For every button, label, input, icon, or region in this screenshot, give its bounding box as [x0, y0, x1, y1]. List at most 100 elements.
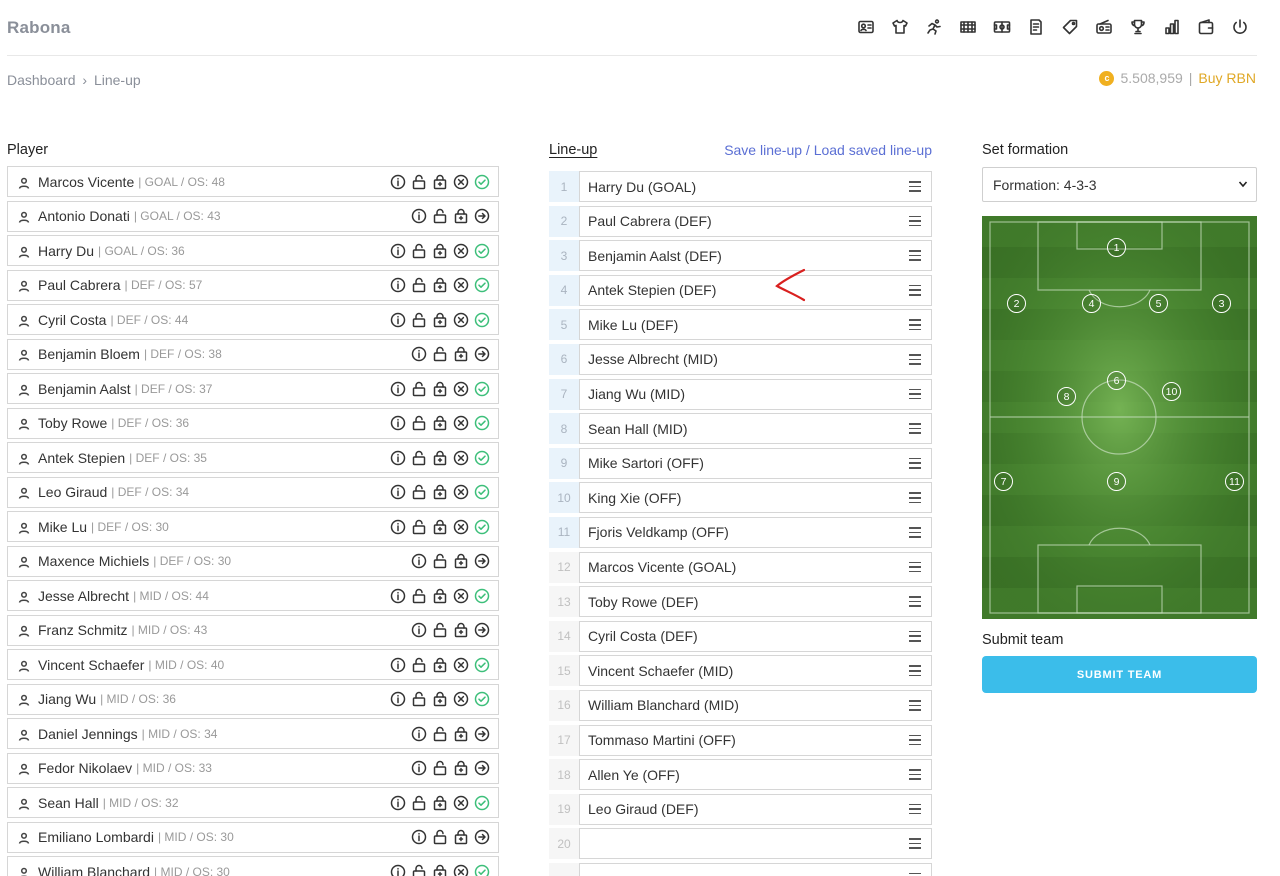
- info-icon[interactable]: [410, 208, 427, 225]
- breadcrumb-dashboard[interactable]: Dashboard: [7, 72, 76, 88]
- player-row[interactable]: Daniel Jennings | MID / OS: 34: [7, 718, 499, 749]
- player-row[interactable]: Leo Giraud | DEF / OS: 34: [7, 476, 499, 508]
- remove-icon[interactable]: [452, 656, 469, 673]
- info-icon[interactable]: [389, 415, 406, 432]
- market-lock-icon[interactable]: [431, 242, 448, 259]
- player-row[interactable]: William Blanchard | MID / OS: 30: [7, 856, 499, 876]
- market-lock-icon[interactable]: [452, 829, 469, 846]
- formation-select[interactable]: Formation: 4-3-3: [982, 167, 1257, 202]
- position-marker-4[interactable]: 4: [1082, 294, 1101, 313]
- remove-icon[interactable]: [452, 863, 469, 876]
- drag-handle-icon[interactable]: [909, 181, 921, 192]
- info-icon[interactable]: [389, 173, 406, 190]
- lineup-slot[interactable]: Sean Hall (MID): [579, 413, 932, 445]
- position-marker-7[interactable]: 7: [994, 472, 1013, 491]
- add-to-lineup-icon[interactable]: [473, 760, 490, 777]
- remove-icon[interactable]: [452, 691, 469, 708]
- check-circle-icon[interactable]: [473, 415, 490, 432]
- remove-icon[interactable]: [452, 449, 469, 466]
- lineup-slot[interactable]: [579, 862, 932, 876]
- market-lock-icon[interactable]: [431, 415, 448, 432]
- info-icon[interactable]: [389, 587, 406, 604]
- unlock-icon[interactable]: [431, 829, 448, 846]
- info-icon[interactable]: [389, 691, 406, 708]
- lineup-slot[interactable]: Marcos Vicente (GOAL): [579, 551, 932, 583]
- drag-handle-icon[interactable]: [909, 630, 921, 642]
- info-icon[interactable]: [389, 277, 406, 294]
- unlock-icon[interactable]: [410, 484, 427, 501]
- market-lock-icon[interactable]: [431, 277, 448, 294]
- market-lock-icon[interactable]: [431, 587, 448, 604]
- drag-handle-icon[interactable]: [909, 215, 921, 227]
- info-icon[interactable]: [410, 553, 427, 570]
- position-marker-9[interactable]: 9: [1107, 472, 1126, 491]
- player-row[interactable]: Antek Stepien | DEF / OS: 35: [7, 442, 499, 473]
- lineup-slot[interactable]: Leo Giraud (DEF): [579, 793, 932, 825]
- add-to-lineup-icon[interactable]: [473, 208, 490, 225]
- unlock-icon[interactable]: [410, 380, 427, 397]
- position-marker-1[interactable]: 1: [1107, 238, 1126, 257]
- market-lock-icon[interactable]: [431, 449, 448, 466]
- drag-handle-icon[interactable]: [909, 596, 921, 607]
- lineup-slot[interactable]: Toby Rowe (DEF): [579, 586, 932, 618]
- check-circle-icon[interactable]: [473, 863, 490, 876]
- position-marker-8[interactable]: 8: [1057, 387, 1076, 406]
- load-lineup-link[interactable]: Load saved line-up: [814, 142, 932, 158]
- position-marker-5[interactable]: 5: [1149, 294, 1168, 313]
- player-row[interactable]: Sean Hall | MID / OS: 32: [7, 787, 499, 818]
- id-card-icon[interactable]: [849, 17, 883, 37]
- drag-handle-icon[interactable]: [909, 734, 921, 746]
- drag-handle-icon[interactable]: [909, 803, 921, 815]
- drag-handle-icon[interactable]: [909, 526, 921, 538]
- market-lock-icon[interactable]: [431, 794, 448, 811]
- info-icon[interactable]: [389, 449, 406, 466]
- market-lock-icon[interactable]: [452, 760, 469, 777]
- market-lock-icon[interactable]: [431, 380, 448, 397]
- drag-handle-icon[interactable]: [909, 250, 921, 261]
- player-row[interactable]: Fedor Nikolaev | MID / OS: 33: [7, 752, 499, 784]
- check-circle-icon[interactable]: [473, 277, 490, 294]
- drag-handle-icon[interactable]: [909, 665, 921, 677]
- market-lock-icon[interactable]: [431, 484, 448, 501]
- info-icon[interactable]: [389, 380, 406, 397]
- remove-icon[interactable]: [452, 415, 469, 432]
- lineup-slot[interactable]: King Xie (OFF): [579, 482, 932, 514]
- stadium-icon[interactable]: [951, 17, 985, 37]
- lineup-slot[interactable]: [579, 828, 932, 860]
- player-row[interactable]: Marcos Vicente | GOAL / OS: 48: [7, 166, 499, 197]
- lineup-slot[interactable]: Jiang Wu (MID): [579, 378, 932, 410]
- add-to-lineup-icon[interactable]: [473, 346, 490, 363]
- power-icon[interactable]: [1223, 17, 1257, 37]
- drag-handle-icon[interactable]: [909, 388, 921, 400]
- player-row[interactable]: Jiang Wu | MID / OS: 36: [7, 683, 499, 715]
- player-row[interactable]: Benjamin Aalst | DEF / OS: 37: [7, 373, 499, 404]
- remove-icon[interactable]: [452, 277, 469, 294]
- remove-icon[interactable]: [452, 311, 469, 328]
- position-marker-2[interactable]: 2: [1007, 294, 1026, 313]
- player-row[interactable]: Paul Cabrera | DEF / OS: 57: [7, 269, 499, 301]
- unlock-icon[interactable]: [410, 587, 427, 604]
- info-icon[interactable]: [389, 484, 406, 501]
- check-circle-icon[interactable]: [473, 311, 490, 328]
- check-circle-icon[interactable]: [473, 173, 490, 190]
- bar-chart-icon[interactable]: [1155, 17, 1189, 37]
- info-icon[interactable]: [389, 311, 406, 328]
- player-row[interactable]: Mike Lu | DEF / OS: 30: [7, 511, 499, 542]
- add-to-lineup-icon[interactable]: [473, 553, 490, 570]
- check-circle-icon[interactable]: [473, 587, 490, 604]
- radio-icon[interactable]: [1087, 17, 1121, 37]
- drag-handle-icon[interactable]: [909, 769, 921, 780]
- unlock-icon[interactable]: [410, 863, 427, 876]
- check-circle-icon[interactable]: [473, 691, 490, 708]
- player-row[interactable]: Cyril Costa | DEF / OS: 44: [7, 304, 499, 335]
- info-icon[interactable]: [410, 622, 427, 639]
- wallet-icon[interactable]: [1189, 17, 1223, 37]
- unlock-icon[interactable]: [410, 311, 427, 328]
- drag-handle-icon[interactable]: [909, 457, 921, 469]
- app-brand[interactable]: Rabona: [7, 18, 71, 38]
- unlock-icon[interactable]: [431, 725, 448, 742]
- info-icon[interactable]: [389, 656, 406, 673]
- unlock-icon[interactable]: [410, 518, 427, 535]
- check-circle-icon[interactable]: [473, 518, 490, 535]
- document-icon[interactable]: [1019, 17, 1053, 37]
